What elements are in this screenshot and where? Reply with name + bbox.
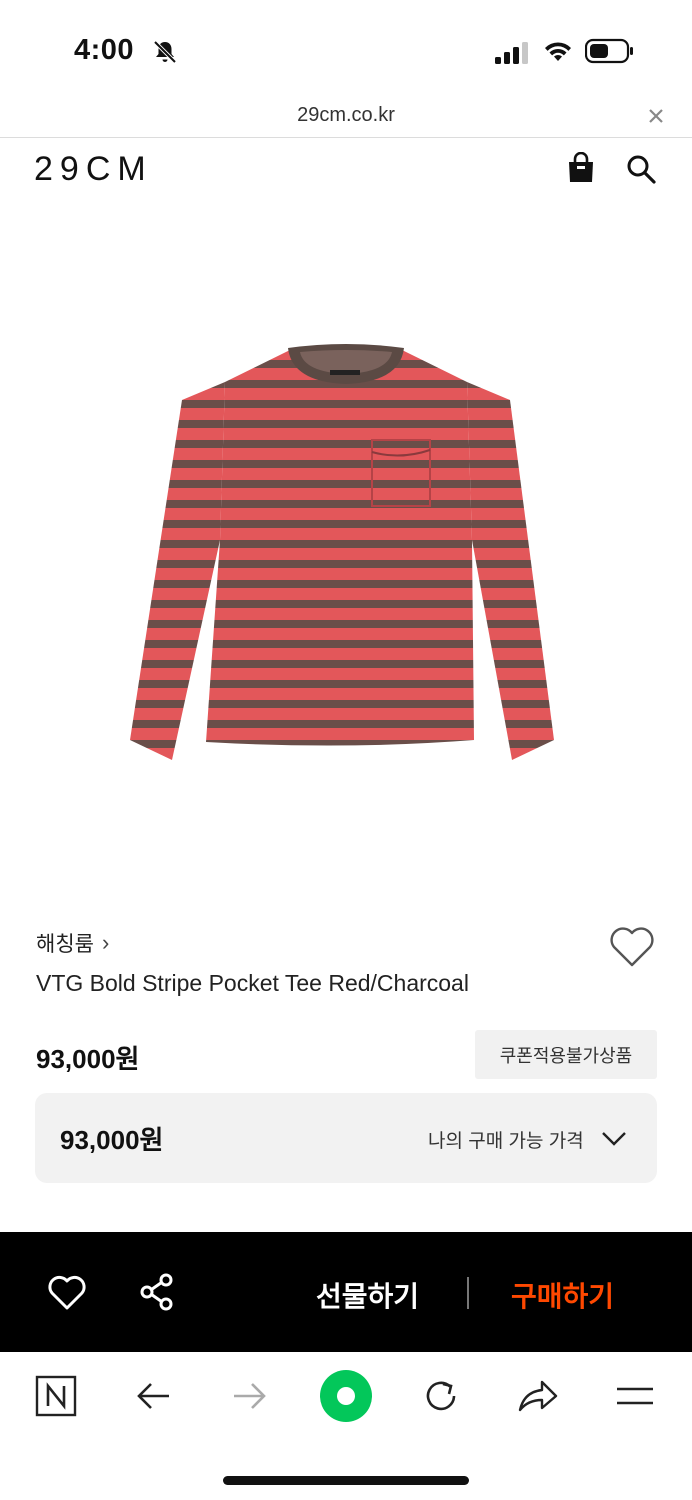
- heart-icon[interactable]: [608, 925, 656, 969]
- action-separator: [467, 1277, 469, 1309]
- wifi-icon: [545, 42, 571, 61]
- chevron-down-icon[interactable]: [600, 1126, 628, 1150]
- header-divider: [0, 137, 692, 138]
- naver-n-icon[interactable]: [34, 1374, 78, 1418]
- product-image[interactable]: [100, 320, 592, 780]
- forward-arrow-icon[interactable]: [228, 1374, 272, 1418]
- battery-icon: [585, 38, 633, 64]
- share-icon[interactable]: [138, 1272, 176, 1312]
- chevron-right-icon: ›: [101, 930, 110, 955]
- home-indicator[interactable]: [223, 1476, 469, 1485]
- coupon-badge: 쿠폰적용불가상품: [475, 1030, 657, 1079]
- brand-name: 해칭룸: [36, 933, 94, 956]
- product-title: VTG Bold Stripe Pocket Tee Red/Charcoal: [36, 970, 469, 996]
- signal-icon: [495, 42, 528, 64]
- brand-link[interactable]: 해칭룸 ›: [36, 928, 109, 958]
- share-arrow-icon[interactable]: [516, 1374, 560, 1418]
- heart-icon[interactable]: [47, 1274, 87, 1312]
- my-price-label[interactable]: 나의 구매 가능 가격: [428, 1126, 584, 1153]
- buy-button[interactable]: 구매하기: [511, 1275, 614, 1315]
- shopping-bag-icon[interactable]: [566, 152, 596, 184]
- back-arrow-icon[interactable]: [131, 1374, 175, 1418]
- gift-button[interactable]: 선물하기: [316, 1275, 419, 1315]
- bell-slash-icon: [153, 40, 177, 64]
- status-time: 4:00: [74, 34, 135, 66]
- search-icon[interactable]: [626, 154, 656, 184]
- product-price: 93,000원: [36, 1044, 140, 1074]
- close-icon[interactable]: [644, 104, 668, 128]
- url-display[interactable]: 29cm.co.kr: [0, 104, 692, 127]
- reload-icon[interactable]: [419, 1374, 463, 1418]
- green-home-icon[interactable]: [319, 1369, 373, 1423]
- site-logo[interactable]: 29CM: [34, 150, 153, 189]
- my-price-value: 93,000원: [60, 1125, 164, 1155]
- menu-icon[interactable]: [613, 1374, 657, 1418]
